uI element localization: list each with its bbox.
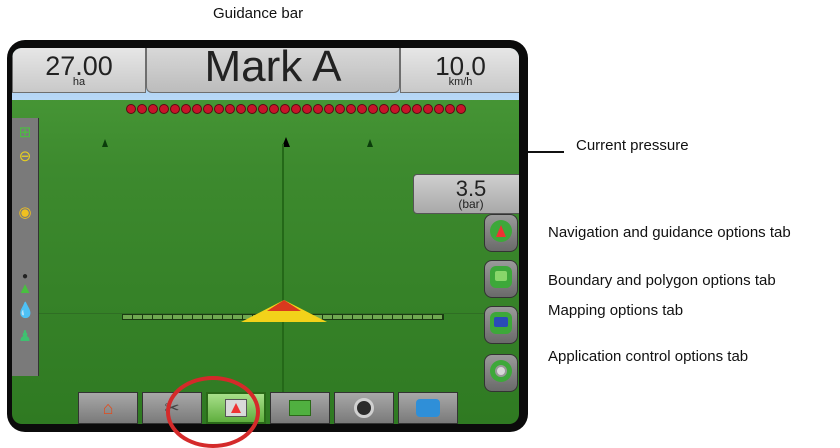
lightbar-led	[247, 104, 257, 114]
vehicle-icon	[416, 399, 440, 417]
lightbar-led	[423, 104, 433, 114]
lightbar-led	[357, 104, 367, 114]
caption-current-pressure: Current pressure	[576, 137, 689, 154]
guidance-screen: 27.00 ha Mark A 10.0 km/h 3.5 (bar)	[12, 48, 519, 424]
navigation-guidance-icon	[490, 220, 512, 242]
caption-boundary-tab: Boundary and polygon options tab	[548, 272, 776, 289]
minus-icon[interactable]: ⊖	[16, 148, 34, 166]
lightbar-led	[456, 104, 466, 114]
application-control-icon	[490, 360, 512, 382]
speed-unit: km/h	[448, 76, 473, 88]
lightbar	[126, 104, 466, 114]
lightbar-led	[192, 104, 202, 114]
lightbar-led	[434, 104, 444, 114]
caption-navigation-tab: Navigation and guidance options tab	[548, 224, 791, 241]
operator-icon[interactable]: ♟	[16, 328, 34, 346]
up-arrow-icon[interactable]: ▲	[16, 280, 34, 298]
pressure-leader-line	[522, 151, 564, 153]
lightbar-led	[126, 104, 136, 114]
lightbar-led	[159, 104, 169, 114]
tab-navigation-guidance[interactable]	[484, 214, 518, 252]
left-status-toolbar: ⊞ ⊖ ◉ ● ▲ 💧 ♟	[12, 118, 39, 376]
lightbar-led	[148, 104, 158, 114]
alert-icon[interactable]: ◉	[16, 204, 34, 222]
lightbar-led	[203, 104, 213, 114]
caption-application-tab: Application control options tab	[548, 348, 749, 365]
highlight-ring	[166, 376, 260, 448]
boom-section-icon[interactable]: ⊞	[16, 124, 34, 142]
lightbar-led	[214, 104, 224, 114]
lightbar-led	[181, 104, 191, 114]
tab-application-control[interactable]	[484, 354, 518, 392]
lightbar-led	[313, 104, 323, 114]
pressure-unit: (bar)	[458, 197, 484, 211]
lightbar-led	[368, 104, 378, 114]
lightbar-led	[291, 104, 301, 114]
mark-label: Mark A	[204, 48, 342, 91]
area-readout[interactable]: 27.00 ha	[12, 48, 146, 93]
lightbar-led	[335, 104, 345, 114]
lightbar-led	[258, 104, 268, 114]
lightbar-led	[379, 104, 389, 114]
horizon-marker	[102, 139, 108, 147]
lightbar-led	[346, 104, 356, 114]
lightbar-led	[137, 104, 147, 114]
lightbar-led	[170, 104, 180, 114]
boundary-polygon-icon	[490, 266, 512, 288]
mapping-icon	[490, 312, 512, 334]
lightbar-led	[412, 104, 422, 114]
lightbar-led	[302, 104, 312, 114]
camera-icon	[354, 398, 374, 418]
speed-readout[interactable]: 10.0 km/h	[400, 48, 519, 93]
lightbar-led	[445, 104, 455, 114]
bottom-toolbar: ⌂ ✂	[78, 392, 494, 424]
map-button[interactable]	[270, 392, 330, 424]
vehicle-heading-icon	[267, 300, 301, 311]
water-drop-icon[interactable]: 💧	[16, 302, 35, 320]
lightbar-led	[225, 104, 235, 114]
caption-mapping-tab: Mapping options tab	[548, 302, 684, 319]
area-unit: ha	[72, 76, 86, 88]
guidance-line	[282, 144, 284, 424]
lightbar-led	[236, 104, 246, 114]
home-button[interactable]: ⌂	[78, 392, 138, 424]
tab-boundary-polygon[interactable]	[484, 260, 518, 298]
vehicle-button[interactable]	[398, 392, 458, 424]
lightbar-led	[401, 104, 411, 114]
lightbar-led	[269, 104, 279, 114]
guidance-bar-mark[interactable]: Mark A	[146, 48, 400, 93]
home-icon: ⌂	[102, 398, 114, 418]
lightbar-led	[324, 104, 334, 114]
current-pressure-box: 3.5 (bar)	[413, 174, 519, 214]
horizon-marker	[367, 139, 373, 147]
lightbar-led	[280, 104, 290, 114]
lightbar-led	[390, 104, 400, 114]
caption-guidance-bar: Guidance bar	[213, 5, 304, 22]
map-icon	[289, 400, 311, 416]
camera-button[interactable]	[334, 392, 394, 424]
tab-mapping[interactable]	[484, 306, 518, 344]
